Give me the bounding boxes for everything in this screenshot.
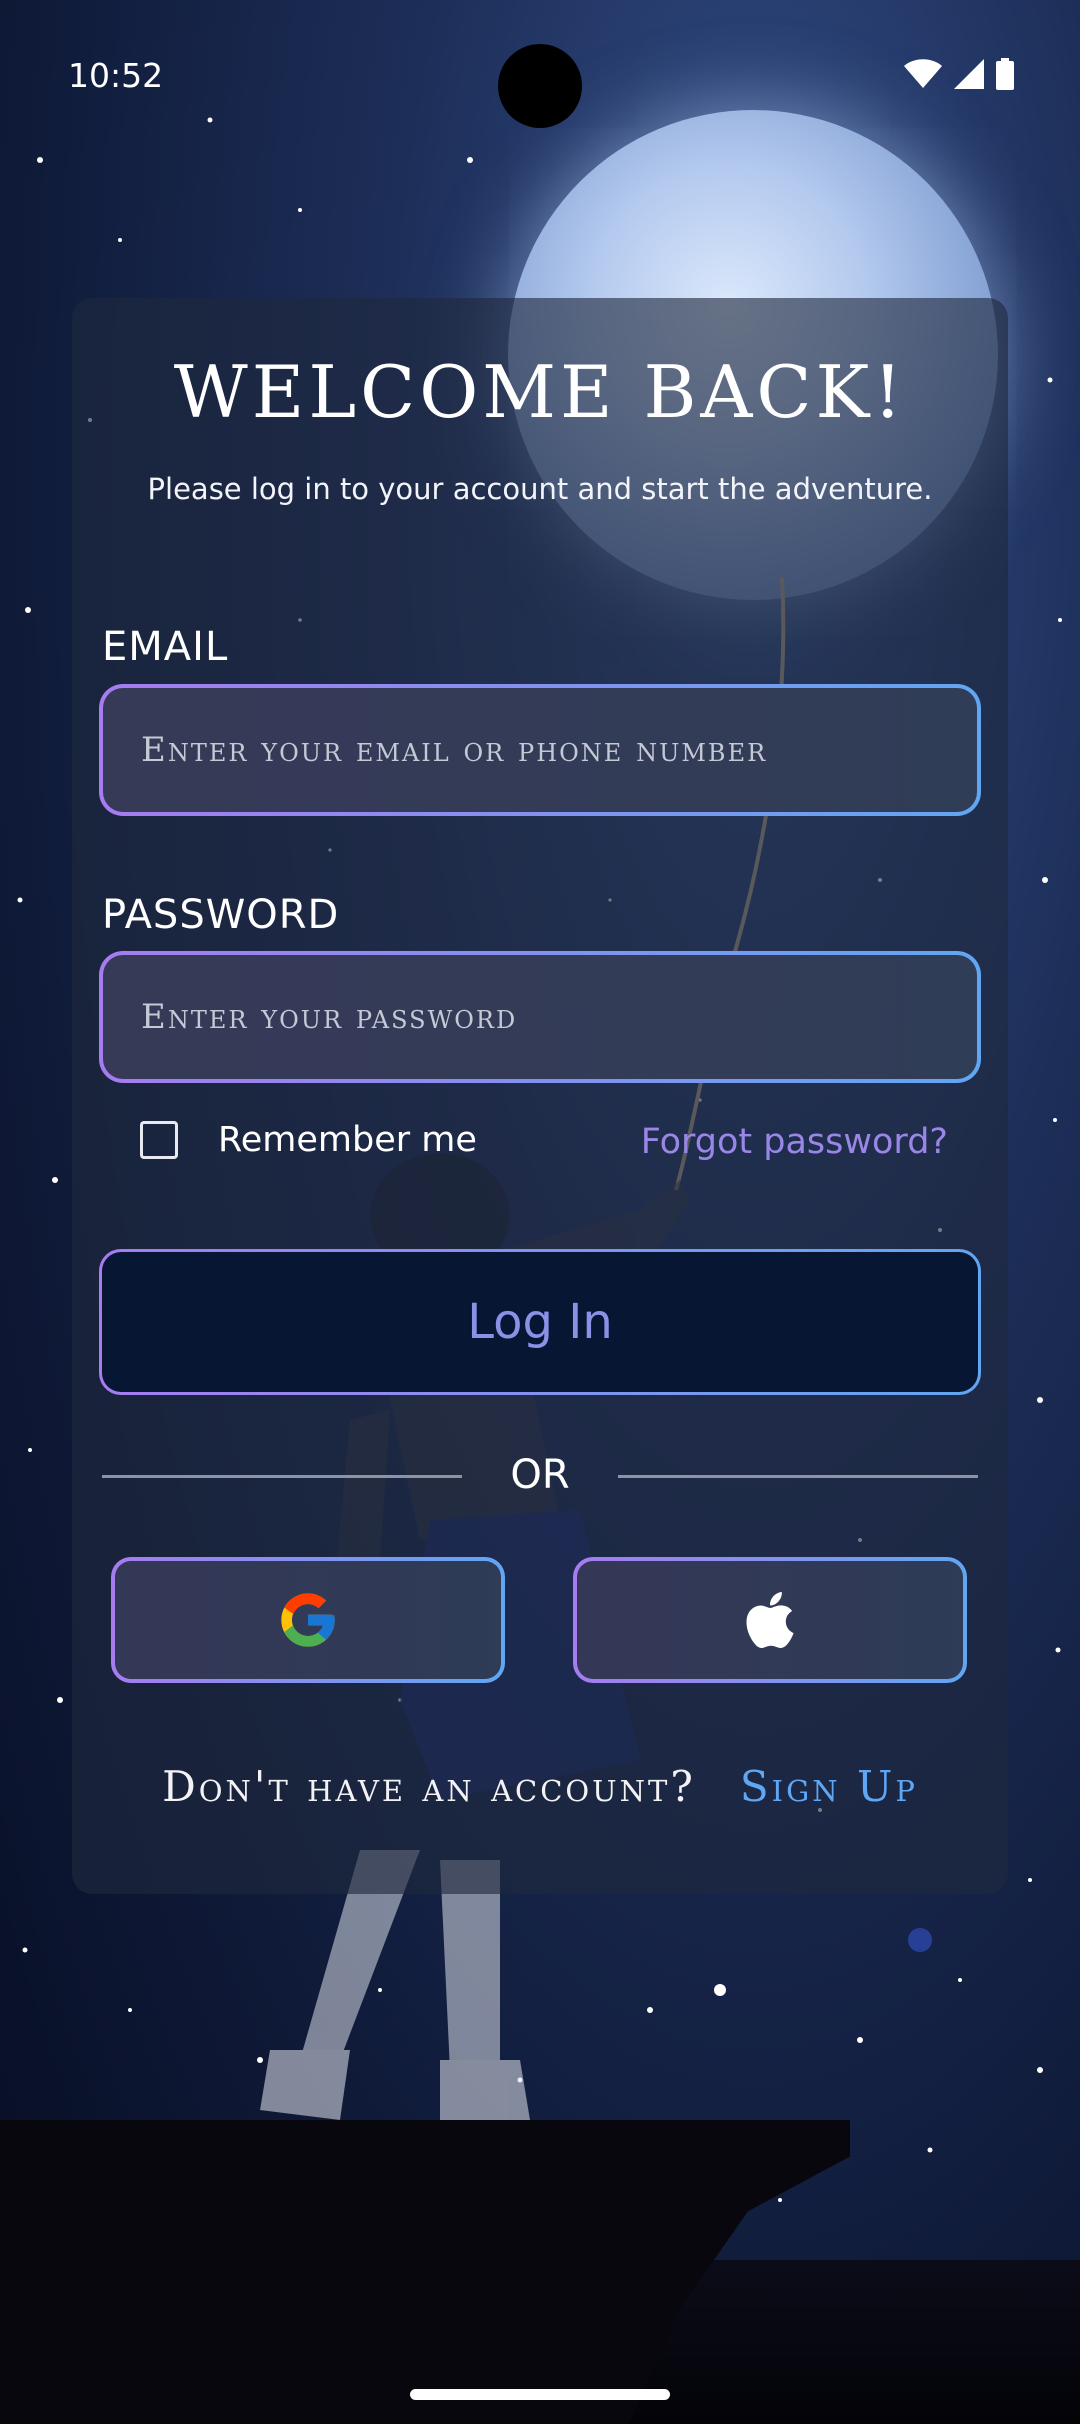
status-time: 10:52: [68, 56, 164, 95]
divider-right: [618, 1475, 978, 1478]
camera-cutout: [498, 44, 582, 128]
apple-signin-button[interactable]: [573, 1557, 967, 1683]
page-title: WELCOME BACK!: [173, 350, 907, 434]
email-label: EMAIL: [102, 624, 229, 670]
home-indicator[interactable]: [410, 2389, 670, 2400]
remember-me-checkbox[interactable]: [140, 1121, 178, 1159]
google-icon: [281, 1593, 335, 1647]
battery-icon: [996, 58, 1014, 90]
no-account-text: Don't have an account?: [162, 1762, 696, 1811]
apple-icon: [746, 1592, 794, 1648]
google-signin-button[interactable]: [111, 1557, 505, 1683]
remember-me-label: Remember me: [218, 1120, 477, 1160]
email-field-frame: [99, 684, 981, 816]
password-field[interactable]: [103, 955, 977, 1079]
signup-link[interactable]: Sign Up: [740, 1762, 918, 1811]
page-subtitle: Please log in to your account and start …: [147, 472, 933, 506]
wifi-icon: [904, 59, 942, 88]
email-field[interactable]: [103, 688, 977, 812]
password-field-frame: [99, 951, 981, 1083]
forgot-password-link[interactable]: Forgot password?: [641, 1122, 948, 1162]
status-icons: [904, 58, 1014, 90]
cell-signal-icon: [954, 59, 984, 89]
login-button[interactable]: Log In: [99, 1249, 981, 1395]
password-label: PASSWORD: [102, 892, 340, 938]
signup-row: Don't have an account? Sign Up: [0, 1762, 1080, 1811]
remember-me-row[interactable]: Remember me: [140, 1120, 477, 1160]
